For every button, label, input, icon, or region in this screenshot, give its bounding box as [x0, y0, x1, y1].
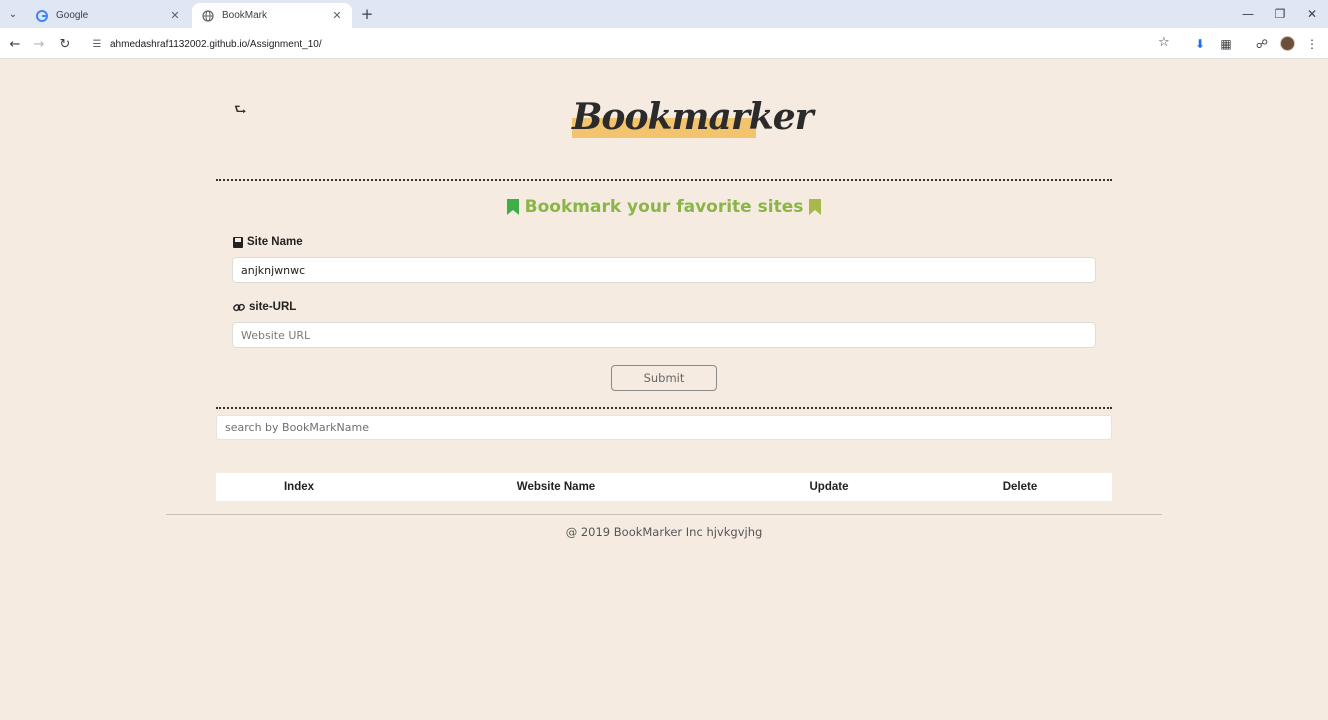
tab-title: Google	[56, 10, 89, 21]
site-name-input[interactable]	[232, 257, 1096, 283]
sync-icon[interactable]: ☍	[1252, 34, 1272, 54]
site-name-label: Site Name	[233, 236, 303, 248]
url-text[interactable]: ahmedashraf1132002.github.io/Assignment_…	[110, 39, 322, 50]
reload-icon[interactable]: ↻	[55, 34, 75, 54]
footer-text: @ 2019 BookMarker Inc hjvkgvjhg	[565, 525, 763, 539]
bookmark-icon	[809, 199, 822, 215]
top-divider	[216, 179, 1112, 181]
download-icon[interactable]: ⬇	[1190, 34, 1210, 54]
extensions-icon[interactable]: ▦	[1216, 34, 1236, 54]
page-content: ⮑ Bookmarker Bookmark your favorite site…	[0, 59, 1328, 720]
globe-icon	[202, 9, 214, 22]
menu-icon[interactable]: ⋮	[1302, 34, 1322, 54]
close-icon[interactable]: ✕	[330, 9, 344, 23]
bookmark-icon	[506, 199, 519, 215]
window-close-icon[interactable]: ✕	[1301, 4, 1323, 24]
browser-toolbar: ← → ↻ ☰ ahmedashraf1132002.github.io/Ass…	[0, 28, 1328, 59]
site-url-label: site-URL	[233, 301, 296, 313]
tab-google[interactable]: Google ✕	[26, 3, 190, 28]
minimize-icon[interactable]: —	[1237, 4, 1259, 24]
tab-search-icon[interactable]: ⌄	[4, 5, 22, 23]
close-icon[interactable]: ✕	[168, 9, 182, 23]
tab-bookmark[interactable]: BookMark ✕	[192, 3, 352, 28]
bookmarks-table-header: Index Website Name Update Delete	[216, 473, 1112, 501]
column-header-update: Update	[809, 481, 849, 493]
book-icon	[233, 236, 243, 248]
submit-button[interactable]: Submit	[611, 365, 717, 391]
profile-avatar[interactable]	[1280, 36, 1295, 51]
forward-icon[interactable]: →	[29, 34, 49, 54]
tab-title: BookMark	[222, 10, 268, 21]
bookmark-star-icon[interactable]: ☆	[1158, 35, 1170, 50]
logo: Bookmarker	[572, 96, 814, 142]
mouse-cursor-icon: ⮑	[234, 102, 247, 118]
footer-divider	[166, 514, 1162, 515]
column-header-index: Index	[283, 481, 315, 493]
column-header-website-name: Website Name	[516, 481, 596, 493]
site-url-input[interactable]	[232, 322, 1096, 348]
restore-icon[interactable]: ❐	[1269, 4, 1291, 24]
logo-text: Bookmarker	[572, 96, 814, 138]
new-tab-icon[interactable]: +	[358, 5, 376, 23]
page-subtitle: Bookmark your favorite sites	[0, 197, 1328, 217]
search-input[interactable]	[216, 415, 1112, 440]
bottom-divider	[216, 407, 1112, 409]
address-bar[interactable]: ☰ ahmedashraf1132002.github.io/Assignmen…	[84, 32, 1184, 56]
back-icon[interactable]: ←	[5, 34, 25, 54]
subtitle-text: Bookmark your favorite sites	[524, 197, 804, 217]
column-header-delete: Delete	[1002, 481, 1038, 493]
tab-strip: ⌄ Google ✕ BookMark ✕ + — ❐ ✕	[0, 0, 1328, 28]
google-icon	[36, 9, 48, 22]
link-icon	[233, 303, 245, 311]
site-info-icon[interactable]: ☰	[88, 35, 106, 53]
